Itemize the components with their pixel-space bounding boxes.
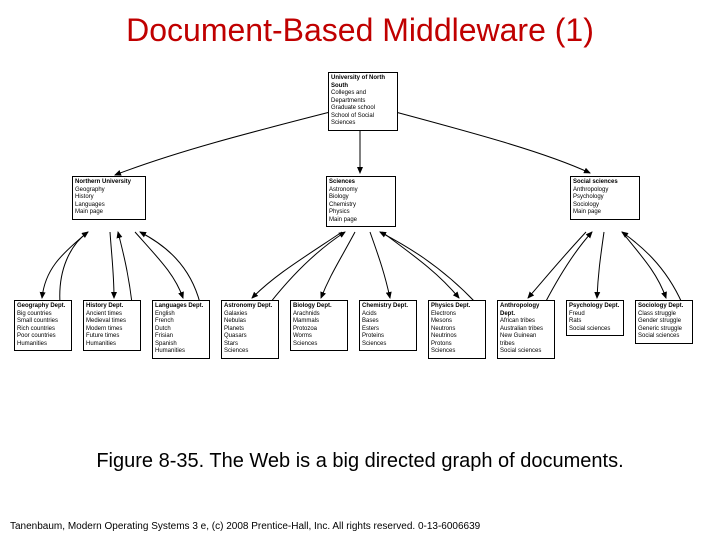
node-dept-anthropology: Anthropology Dept. African tribes Austra… [497,300,555,359]
node-dept-physics: Physics Dept. Electrons Mesons Neutrons … [428,300,486,359]
node-line: Big countries [17,311,69,319]
node-line: Sciences [293,341,345,349]
node-line: Main page [75,209,143,217]
node-line: Dutch [155,326,207,334]
node-line: Small countries [17,318,69,326]
node-header: Anthropology Dept. [500,303,552,318]
node-header: Biology Dept. [293,303,345,311]
diagram-area: University of North South Colleges and D… [0,60,720,430]
node-header: University of North South [331,75,395,90]
node-line: Quasars [224,333,276,341]
node-line: Mesons [431,318,483,326]
node-line: Languages [75,202,143,210]
node-line: Geography [75,187,143,195]
node-line: Sociology [573,202,637,210]
node-line: Nebulas [224,318,276,326]
node-line: Humanities [155,348,207,356]
node-line: English [155,311,207,319]
node-header: Northern University [75,179,143,187]
node-dept-chemistry: Chemistry Dept. Acids Bases Esters Prote… [359,300,417,351]
node-line: Humanities [17,341,69,349]
node-header: Physics Dept. [431,303,483,311]
node-line: Chemistry [329,202,393,210]
node-header: Languages Dept. [155,303,207,311]
node-dept-sociology: Sociology Dept. Class struggle Gender st… [635,300,693,344]
node-line: Psychology [573,194,637,202]
node-line: Gender struggle [638,318,690,326]
node-line: French [155,318,207,326]
node-header: Astronomy Dept. [224,303,276,311]
node-header: Geography Dept. [17,303,69,311]
node-northern-university: Northern University Geography History La… [72,176,146,220]
page-title: Document-Based Middleware (1) [0,0,720,53]
node-dept-geography: Geography Dept. Big countries Small coun… [14,300,72,351]
node-social-sciences: Social sciences Anthropology Psychology … [570,176,640,220]
node-line: Arachnids [293,311,345,319]
node-line: Galaxies [224,311,276,319]
node-line: Main page [329,217,393,225]
node-line: Anthropology [573,187,637,195]
node-line: Poor countries [17,333,69,341]
node-line: Humanities [86,341,138,349]
node-line: Future times [86,333,138,341]
node-line: Sciences [431,348,483,356]
node-line: Rats [569,318,621,326]
node-line: Proteins [362,333,414,341]
figure-caption: Figure 8-35. The Web is a big directed g… [0,450,720,473]
node-line: Neutrinos [431,333,483,341]
node-line: Class struggle [638,311,690,319]
node-header: Psychology Dept. [569,303,621,311]
node-header: Social sciences [573,179,637,187]
node-line: Social sciences [638,333,690,341]
node-header: History Dept. [86,303,138,311]
node-line: Ancient times [86,311,138,319]
node-top-university: University of North South Colleges and D… [328,72,398,131]
node-line: History [75,194,143,202]
node-line: Frisian [155,333,207,341]
node-line: Spanish [155,341,207,349]
node-line: Electrons [431,311,483,319]
node-line: Bases [362,318,414,326]
node-line: Graduate school [331,105,395,113]
node-line: Worms [293,333,345,341]
node-line: School of Social Sciences [331,113,395,128]
node-line: Planets [224,326,276,334]
node-line: Sciences [224,348,276,356]
node-line: Main page [573,209,637,217]
node-dept-biology: Biology Dept. Arachnids Mammals Protozoa… [290,300,348,351]
node-line: Modern times [86,326,138,334]
node-line: Neutrons [431,326,483,334]
node-dept-history: History Dept. Ancient times Medieval tim… [83,300,141,351]
node-line: Astronomy [329,187,393,195]
node-line: New Guinean tribes [500,333,552,348]
node-line: Rich countries [17,326,69,334]
node-line: Acids [362,311,414,319]
node-line: African tribes [500,318,552,326]
node-dept-psychology: Psychology Dept. Freud Rats Social scien… [566,300,624,336]
node-line: Mammals [293,318,345,326]
node-line: Physics [329,209,393,217]
node-sciences: Sciences Astronomy Biology Chemistry Phy… [326,176,396,227]
node-line: Biology [329,194,393,202]
node-line: Freud [569,311,621,319]
node-line: Social sciences [500,348,552,356]
copyright-line: Tanenbaum, Modern Operating Systems 3 e,… [10,521,480,532]
node-header: Chemistry Dept. [362,303,414,311]
node-line: Protons [431,341,483,349]
node-dept-languages: Languages Dept. English French Dutch Fri… [152,300,210,359]
node-line: Generic struggle [638,326,690,334]
node-line: Sciences [362,341,414,349]
node-line: Stars [224,341,276,349]
node-line: Protozoa [293,326,345,334]
node-line: Esters [362,326,414,334]
node-line: Australian tribes [500,326,552,334]
node-line: Colleges and Departments [331,90,395,105]
node-header: Sociology Dept. [638,303,690,311]
node-line: Medieval times [86,318,138,326]
node-header: Sciences [329,179,393,187]
node-line: Social sciences [569,326,621,334]
node-dept-astronomy: Astronomy Dept. Galaxies Nebulas Planets… [221,300,279,359]
